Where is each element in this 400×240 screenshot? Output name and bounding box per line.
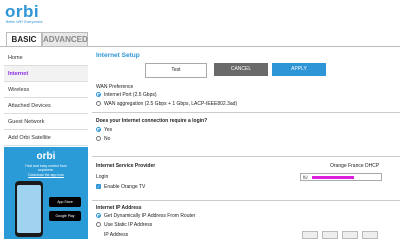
app-promo-banner: orbi Fast and easy control from anywhere…	[4, 147, 88, 239]
login-required-question: Does your Internet connection require a …	[96, 118, 208, 124]
logo-tagline: Better WiFi Everywhere	[6, 20, 43, 24]
isp-label: Internet Service Provider	[96, 163, 156, 169]
login-input-value: fti/	[303, 175, 308, 180]
ip-address-octet-1[interactable]	[302, 231, 318, 239]
promo-logo: orbi	[36, 151, 56, 162]
phone-screen	[17, 185, 41, 233]
enable-orange-tv-checkbox[interactable]: ✓	[96, 184, 101, 189]
download-app-link[interactable]: Download the app now	[4, 173, 88, 177]
tab-basic[interactable]: BASIC	[6, 32, 42, 46]
sidebar-item-wireless[interactable]: Wireless	[4, 82, 88, 98]
wan-preference-label: WAN Preference	[96, 84, 134, 90]
app-store-button[interactable]: App Store	[49, 197, 81, 207]
sidebar-item-guest-network[interactable]: Guest Network	[4, 114, 88, 130]
wan-internet-port-radio[interactable]	[96, 92, 101, 97]
tab-bar: BASIC ADVANCED	[0, 32, 400, 47]
promo-text-line2: anywhere.	[37, 168, 55, 172]
page-title: Internet Setup	[96, 52, 140, 59]
login-no-label: No	[104, 136, 111, 142]
promo-text: Fast and easy control from anywhere.	[4, 164, 88, 172]
apply-button[interactable]: APPLY	[272, 63, 326, 76]
sidebar-item-home[interactable]: Home	[4, 50, 88, 66]
dynamic-ip-radio[interactable]	[96, 213, 101, 218]
login-yes-label: Yes	[104, 127, 113, 133]
sidebar-item-attached-devices[interactable]: Attached Devices	[4, 98, 88, 114]
header: orbi Better WiFi Everywhere	[0, 0, 400, 30]
divider	[92, 156, 400, 157]
wan-aggregation-label: WAN aggregation (2.5 Gbps + 1 Gbps, LACP…	[104, 101, 238, 107]
ip-address-field-label: IP Address	[104, 232, 129, 238]
divider	[92, 112, 400, 113]
isp-value[interactable]: Orange France DHCP	[330, 163, 379, 169]
enable-orange-tv-label: Enable Orange TV	[104, 184, 146, 190]
main-content: Internet Setup Test CANCEL APPLY WAN Pre…	[92, 50, 400, 239]
login-input[interactable]: fti/	[300, 173, 382, 181]
ip-address-octet-2[interactable]	[322, 231, 338, 239]
orbi-logo[interactable]: orbi	[5, 2, 39, 22]
wan-internet-port-label: Internet Port (2.5 Gbps)	[104, 92, 157, 98]
sidebar-item-internet[interactable]: Internet	[4, 66, 88, 82]
phone-image	[15, 181, 43, 237]
divider	[92, 200, 400, 201]
static-ip-radio[interactable]	[96, 222, 101, 227]
login-yes-radio[interactable]	[96, 127, 101, 132]
wan-aggregation-radio[interactable]	[96, 101, 101, 106]
tab-advanced[interactable]: ADVANCED	[42, 32, 88, 46]
dynamic-ip-label: Get Dynamically IP Address From Router	[104, 213, 196, 219]
google-play-button[interactable]: Google Play	[49, 211, 81, 221]
sidebar-item-add-orbi-satellite[interactable]: Add Orbi Satellite	[4, 130, 88, 146]
internet-ip-label: Internet IP Address	[96, 205, 142, 211]
ip-address-octet-3[interactable]	[342, 231, 358, 239]
login-no-radio[interactable]	[96, 136, 101, 141]
login-field-label: Login	[96, 174, 109, 180]
ip-address-octet-4[interactable]	[362, 231, 378, 239]
static-ip-label: Use Static IP Address	[104, 222, 153, 228]
redaction-mark	[312, 176, 355, 180]
test-button[interactable]: Test	[145, 63, 207, 78]
cancel-button[interactable]: CANCEL	[214, 63, 268, 76]
